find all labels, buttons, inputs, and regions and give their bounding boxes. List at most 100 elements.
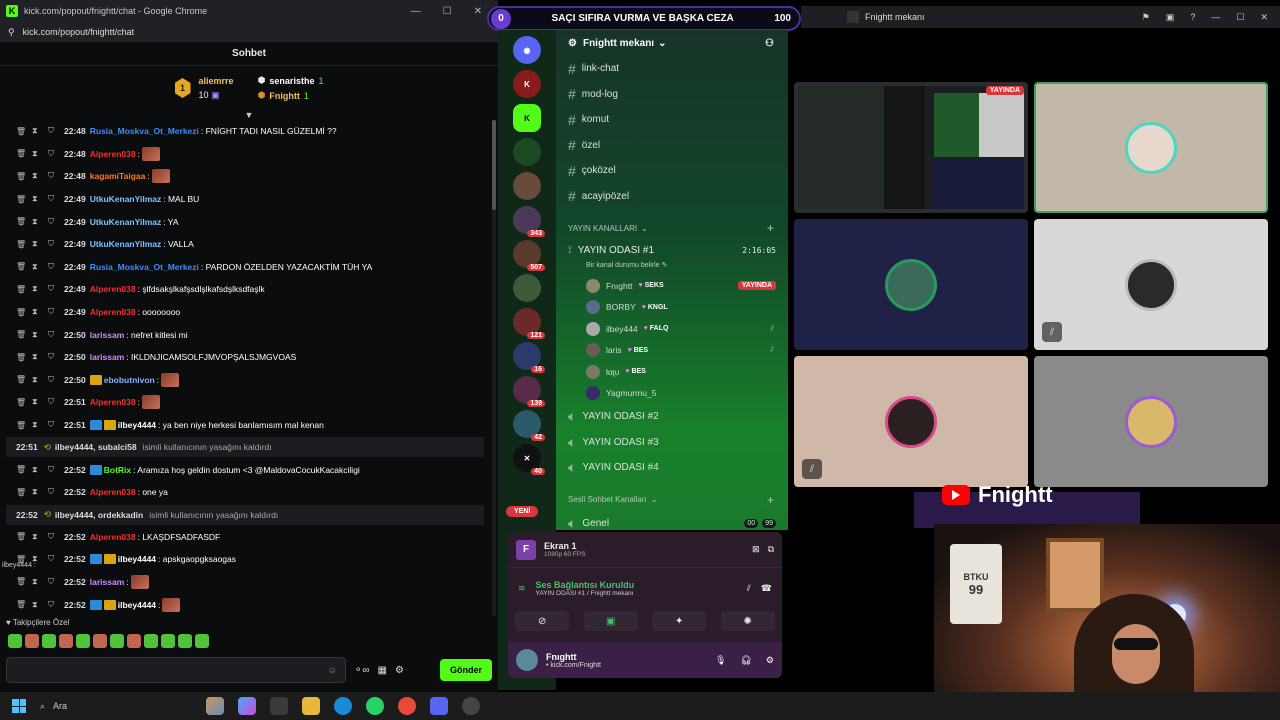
close-icon[interactable]: ✕ [474,6,482,17]
discord-icon[interactable] [430,697,448,715]
gear-icon[interactable]: ⚙ [766,655,774,666]
ban-icon[interactable]: ⛉ [48,262,64,272]
screen-icon[interactable]: ▣ [1166,12,1175,23]
emote[interactable] [93,634,107,648]
leader-first-name[interactable]: aliemrre [199,76,234,86]
voice-user[interactable]: ilbey444 ♥ FALQ ⫽ [556,318,788,340]
timeout-icon[interactable]: ⧗ [32,307,48,317]
ban-icon[interactable]: ⛉ [48,532,64,542]
screen-share-tile[interactable]: YAYINDA [794,82,1028,213]
chat-message[interactable]: 🗑︎ ⧗ ⛉ 22:50 ebobutnivon: [0,369,492,392]
discord-home-icon[interactable]: ◉ [513,36,541,64]
chat-scrollbar[interactable] [492,120,496,616]
user-tile[interactable] [1034,356,1268,487]
site-info-icon[interactable]: ⚲ [8,27,15,38]
voice-user[interactable]: Fnıghtt ♥ SEKS YAYINDA [556,275,788,297]
chat-message[interactable]: 🗑︎ ⧗ ⛉ 22:51 Alperen038: [0,391,492,414]
chat-message[interactable]: 🗑︎ ⧗ ⛉ 22:52 Alperen038: one ya [0,481,492,504]
voice-user[interactable]: BORBY ♥ KNGL [556,297,788,319]
ban-icon[interactable]: ⛉ [48,487,64,497]
voice-user[interactable]: Yagmurmu_5 [556,383,788,405]
chat-message[interactable]: 🗑︎ ⧗ ⛉ 22:52 Alperen038: LKAŞDFSADFASDF [0,526,492,549]
ban-icon[interactable]: ⛉ [48,171,64,181]
channel-status[interactable]: Bir kanal durumu belirle ✎ [556,261,788,275]
message-user[interactable]: Alperen038 [90,149,136,159]
leader-second-name[interactable]: senaristhe [269,76,314,86]
chat-input[interactable]: ☺ [6,657,346,683]
maximize-icon[interactable]: ☐ [1236,12,1244,23]
server-icon[interactable]: 139 [513,376,545,407]
kick-server-icon[interactable]: K [513,104,541,132]
voice-channel[interactable]: 🔈︎ YAYIN ODASI #2 [556,404,788,430]
chrome-icon[interactable] [398,697,416,715]
text-channel[interactable]: # özel [556,133,788,159]
message-user[interactable]: Alperen038 [90,307,136,317]
delete-icon[interactable]: 🗑︎ [16,308,32,317]
delete-icon[interactable]: 🗑︎ [16,262,32,271]
pinned-toggle-icon[interactable]: ▼ [0,110,498,120]
delete-icon[interactable]: 🗑︎ [16,285,32,294]
edge-icon[interactable] [334,697,352,715]
delete-icon[interactable]: 🗑︎ [16,465,32,474]
message-user[interactable]: UtkuKenanYilmaz [90,194,161,204]
timeout-icon[interactable]: ⧗ [32,532,48,542]
category-yayin[interactable]: YAYIN KANALLARI ⌄ + [556,217,788,239]
minimize-icon[interactable]: — [411,6,421,17]
text-channel[interactable]: # çoközel [556,158,788,184]
settings-icon[interactable]: ⚙ [395,665,404,676]
delete-icon[interactable]: 🗑︎ [16,488,32,497]
emote[interactable] [127,634,141,648]
activities-button[interactable]: ✦ [652,611,707,631]
timeout-icon[interactable]: ⧗ [32,330,48,340]
text-channel[interactable]: # acayipözel [556,184,788,210]
x-server-icon[interactable]: ✕ 40 [513,444,545,475]
message-user[interactable]: ilbey4444 [118,554,156,564]
camera-off-button[interactable]: ⊘ [515,611,570,631]
task-view-icon[interactable] [270,697,288,715]
server-header[interactable]: ⚙ Fnightt mekanı ⌄ ⚇ [556,30,788,56]
timeout-icon[interactable]: ⧗ [32,149,48,159]
microphone-icon[interactable]: 🎙︎ [715,655,726,666]
server-icon[interactable] [513,274,541,302]
category-sesli[interactable]: Sesli Sohbet Kanalları ⌄ + [556,489,788,511]
voice-user[interactable]: ƚαʅυ ♥ BES [556,361,788,383]
chat-message[interactable]: 🗑︎ ⧗ ⛉ 22:49 UtkuKenanYilmaz: YA [0,210,492,233]
voice-channel[interactable]: 🔈︎ YAYIN ODASI #3 [556,430,788,456]
delete-icon[interactable]: 🗑︎ [16,398,32,407]
emote[interactable] [42,634,56,648]
widgets-icon[interactable] [206,697,224,715]
server-icon[interactable]: K [513,70,541,98]
emote[interactable] [25,634,39,648]
chat-message[interactable]: 🗑︎ ⧗ ⛉ 22:49 UtkuKenanYilmaz: VALLA [0,233,492,256]
message-user[interactable]: UtkuKenanYilmaz [90,239,161,249]
soundboard-button[interactable]: ✺ [720,611,775,631]
disconnect-icon[interactable]: ☎ [761,583,772,594]
ban-icon[interactable]: ⛉ [48,577,64,587]
store-icon[interactable]: ▦ [378,665,387,676]
timeout-icon[interactable]: ⧗ [32,420,48,430]
server-icon[interactable] [513,172,541,200]
emote[interactable] [76,634,90,648]
server-icon[interactable] [513,138,541,166]
chat-message[interactable]: 🗑︎ ⧗ ⛉ 22:49 Alperen038: şlfdsakşlkafşsdlşlk… [0,278,492,301]
user-tile[interactable]: ⫽ [1034,219,1268,350]
chat-message[interactable]: 🗑︎ ⧗ ⛉ 22:49 Rusia_Moskva_Ot_Merkezi: PARDON… [0,256,492,279]
message-user[interactable]: Alperen038 [90,397,136,407]
emote[interactable] [178,634,192,648]
file-explorer-icon[interactable] [302,697,320,715]
server-icon[interactable]: 121 [513,308,545,339]
help-icon[interactable]: ? [1190,12,1195,23]
message-user[interactable]: Rusia_Moskva_Ot_Merkezi [90,126,199,136]
timeout-icon[interactable]: ⧗ [32,397,48,407]
ban-icon[interactable]: ⛉ [48,397,64,407]
delete-icon[interactable]: 🗑︎ [16,172,32,181]
message-user[interactable]: Alperen038 [90,487,136,497]
minimize-icon[interactable]: — [1211,12,1220,23]
connection-title[interactable]: Ses Bağlantısı Kuruldu [536,580,635,590]
message-user[interactable]: larissam [90,352,125,362]
voice-user[interactable]: laris ♥ BES ⫽ [556,340,788,362]
message-user[interactable]: Alperen038 [90,532,136,542]
delete-icon[interactable]: 🗑︎ [16,195,32,204]
delete-icon[interactable]: 🗑︎ [16,375,32,384]
timeout-icon[interactable]: ⧗ [32,600,48,610]
